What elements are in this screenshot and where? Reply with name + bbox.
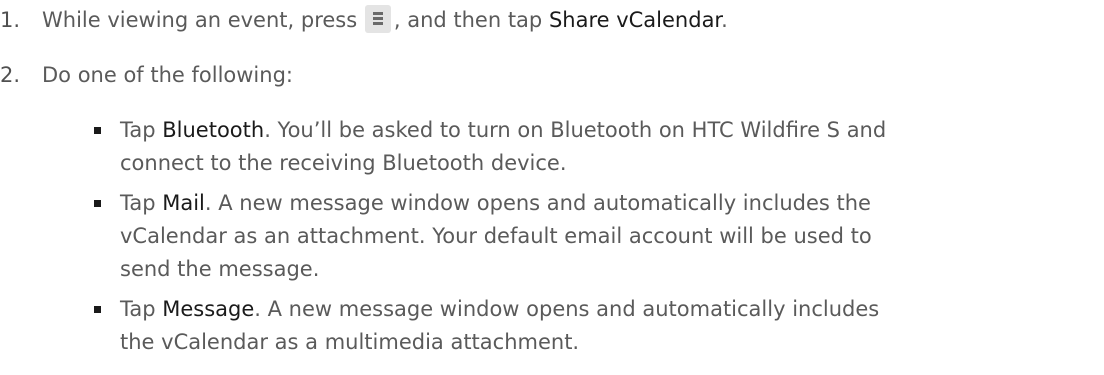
options-list: Tap Bluetooth. You’ll be asked to turn o… xyxy=(94,114,1094,369)
share-vcalendar-label: Share vCalendar xyxy=(548,8,722,32)
bullet-prefix: Tap xyxy=(120,297,163,321)
message-label: Message xyxy=(162,297,255,321)
list-item: Tap Mail. A new message window opens and… xyxy=(94,187,1094,286)
step-text-part: While viewing an event, press xyxy=(42,8,364,32)
step-number: 2. xyxy=(0,63,21,87)
list-item: Tap Message. A new message window opens … xyxy=(94,293,1094,359)
bullet-text: . A new message window opens and automat… xyxy=(204,191,871,215)
step-number: 1. xyxy=(0,8,21,32)
menu-icon xyxy=(364,5,391,33)
bullet-text: vCalendar as an attachment. Your default… xyxy=(120,224,872,248)
bullet-prefix: Tap xyxy=(120,191,163,215)
step-text: Do one of the following: xyxy=(42,63,293,87)
bullet-text: . You’ll be asked to turn on Bluetooth o… xyxy=(264,118,887,142)
bullet-text: connect to the receiving Bluetooth devic… xyxy=(120,151,567,175)
bluetooth-label: Bluetooth xyxy=(162,118,265,142)
bullet-text: the vCalendar as a multimedia attachment… xyxy=(120,330,580,354)
step-text: While viewing an event, press , and then… xyxy=(42,3,728,37)
step-text-part: . xyxy=(721,8,728,32)
bullet-text: send the message. xyxy=(120,257,320,281)
bullet-prefix: Tap xyxy=(120,118,163,142)
bullet-text: . A new message window opens and automat… xyxy=(254,297,880,321)
bullet-icon xyxy=(94,200,101,207)
step-text-part: , and then tap xyxy=(393,8,549,32)
mail-label: Mail xyxy=(162,191,205,215)
bullet-icon xyxy=(94,306,101,313)
list-item: Tap Bluetooth. You’ll be asked to turn o… xyxy=(94,114,1094,180)
bullet-icon xyxy=(94,127,101,134)
